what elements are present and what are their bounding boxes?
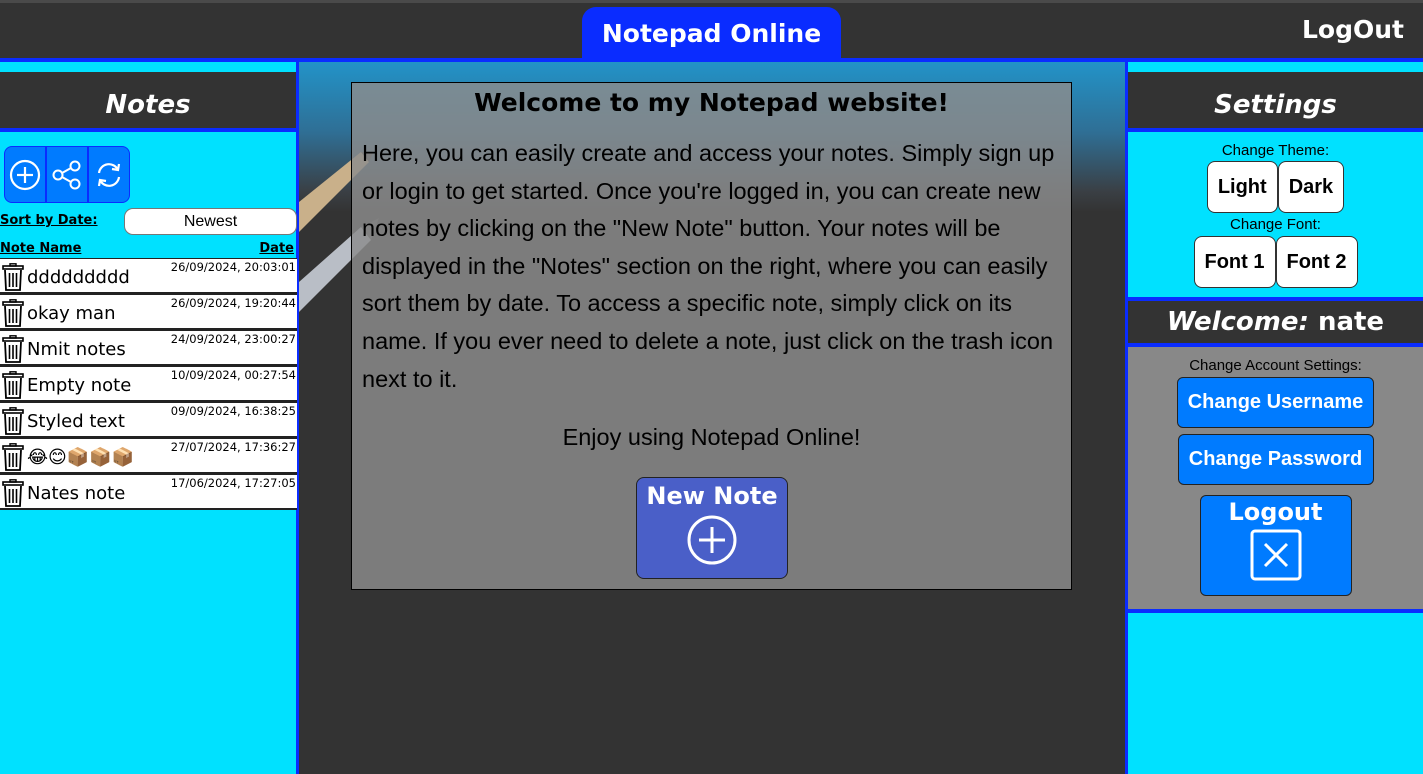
refresh-button[interactable] [88, 146, 130, 203]
note-row[interactable]: Nmit notes 24/09/2024, 23:00:27 [0, 330, 297, 366]
note-date: 26/09/2024, 20:03:01 [170, 260, 296, 274]
trash-icon[interactable] [1, 479, 25, 507]
trash-icon[interactable] [1, 407, 25, 435]
enjoy-text: Enjoy using Notepad Online! [562, 424, 861, 451]
main-area: Welcome to my Notepad website! Here, you… [299, 62, 1125, 774]
trash-icon[interactable] [1, 443, 25, 471]
note-row[interactable]: Nates note 17/06/2024, 17:27:05 [0, 474, 297, 510]
note-name[interactable]: Styled text [27, 411, 125, 432]
welcome-box: Welcome to my Notepad website! Here, you… [351, 82, 1072, 590]
app-title: Notepad Online [582, 7, 841, 64]
sort-select[interactable]: Newest [124, 208, 297, 235]
sort-label: Sort by Date: [0, 213, 98, 228]
note-row[interactable]: okay man 26/09/2024, 19:20:44 [0, 294, 297, 330]
theme-light-button[interactable]: Light [1206, 161, 1278, 213]
top-bar: Notepad Online LogOut [0, 0, 1423, 64]
notes-list: ddddddddd 26/09/2024, 20:03:01 okay man … [0, 258, 297, 510]
logout-link[interactable]: LogOut [1302, 15, 1404, 44]
font-2-button[interactable]: Font 2 [1275, 236, 1358, 288]
new-note-button[interactable]: New Note [636, 477, 788, 579]
font-label: Change Font: [1230, 216, 1321, 233]
note-date: 24/09/2024, 23:00:27 [170, 332, 296, 346]
note-name[interactable]: 😂😊📦📦📦 [27, 447, 134, 468]
note-date: 09/09/2024, 16:38:25 [170, 404, 296, 418]
trash-icon[interactable] [1, 371, 25, 399]
refresh-icon [97, 162, 121, 187]
note-row[interactable]: Styled text 09/09/2024, 16:38:25 [0, 402, 297, 438]
font-1-button[interactable]: Font 1 [1193, 236, 1276, 288]
settings-title: Settings [1128, 72, 1423, 132]
theme-label: Change Theme: [1221, 142, 1330, 159]
welcome-title: Welcome to my Notepad website! [474, 88, 949, 117]
share-button[interactable] [46, 146, 88, 203]
note-row[interactable]: Empty note 10/09/2024, 00:27:54 [0, 366, 297, 402]
welcome-bar: Welcome: nate [1128, 297, 1423, 347]
note-date: 10/09/2024, 00:27:54 [170, 368, 296, 382]
note-name[interactable]: Empty note [27, 375, 131, 396]
logout-button[interactable]: Logout [1199, 495, 1352, 596]
note-date: 26/09/2024, 19:20:44 [170, 296, 296, 310]
note-name-header: Note Name [0, 241, 82, 256]
welcome-label: Welcome: [1166, 307, 1309, 337]
note-row[interactable]: 😂😊📦📦📦 27/07/2024, 17:36:27 [0, 438, 297, 474]
username: nate [1317, 307, 1385, 337]
notes-panel: Notes Sort by Date: Newest Note Name Dat… [0, 62, 299, 774]
note-name[interactable]: ddddddddd [27, 267, 130, 288]
account-label: Change Account Settings: [1189, 357, 1362, 374]
logout-label: Logout [1228, 498, 1323, 526]
note-date: 27/07/2024, 17:36:27 [170, 440, 296, 454]
add-note-button[interactable] [4, 146, 46, 203]
trash-icon[interactable] [1, 335, 25, 363]
theme-dark-button[interactable]: Dark [1277, 161, 1345, 213]
change-password-button[interactable]: Change Password [1177, 434, 1374, 485]
note-date: 17/06/2024, 17:27:05 [170, 476, 296, 490]
new-note-label: New Note [646, 482, 778, 510]
share-icon [52, 160, 81, 189]
note-row[interactable]: ddddddddd 26/09/2024, 20:03:01 [0, 258, 297, 294]
plus-circle-icon [9, 159, 41, 190]
note-name[interactable]: Nmit notes [27, 339, 126, 360]
close-icon [1250, 529, 1301, 581]
notes-toolbar [4, 146, 130, 203]
plus-circle-icon [687, 515, 737, 565]
welcome-text: Here, you can easily create and access y… [362, 140, 1055, 392]
date-header[interactable]: Date [259, 241, 294, 256]
change-username-button[interactable]: Change Username [1177, 377, 1374, 428]
note-name[interactable]: okay man [27, 303, 116, 324]
trash-icon[interactable] [1, 263, 25, 291]
note-name[interactable]: Nates note [27, 483, 125, 504]
settings-panel: Settings Change Theme: Light Dark Change… [1125, 62, 1423, 774]
account-settings: Change Account Settings: Change Username… [1128, 347, 1423, 613]
trash-icon[interactable] [1, 299, 25, 327]
notes-panel-title: Notes [0, 72, 296, 132]
